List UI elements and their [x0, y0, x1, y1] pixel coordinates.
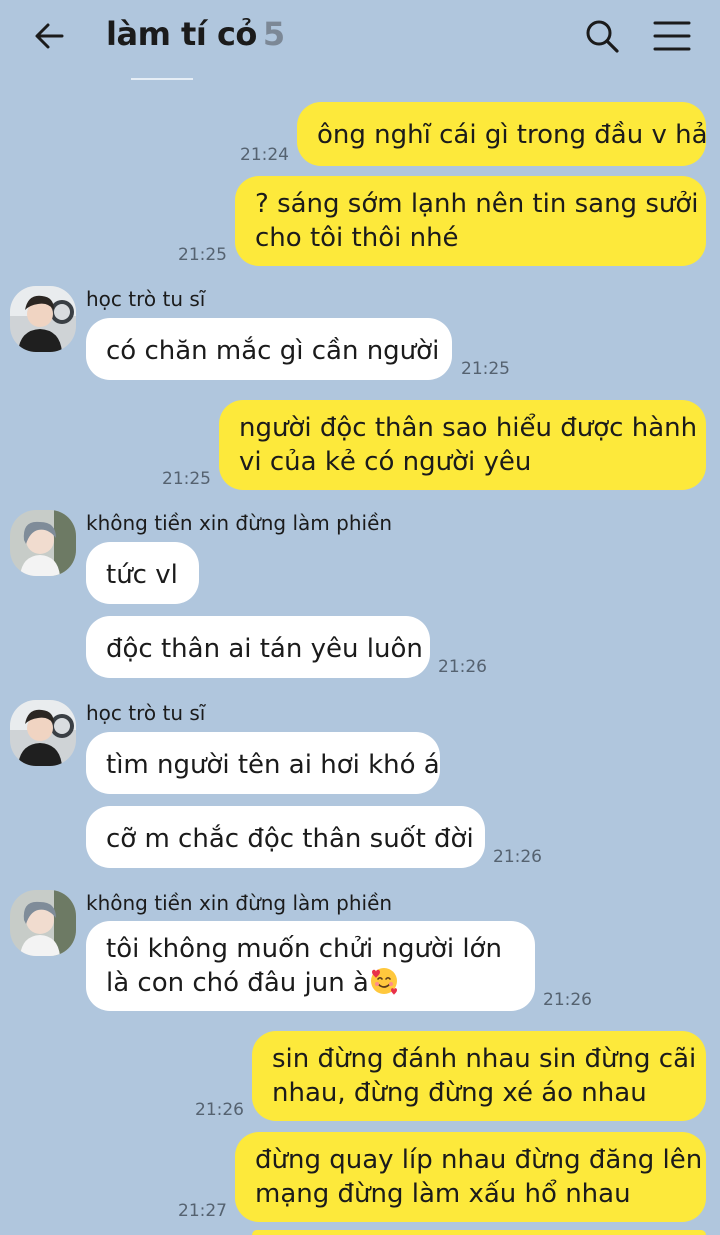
avatar-image	[10, 286, 76, 352]
their-message-bubble[interactable]: cỡ m chắc độc thân suốt đời	[86, 806, 485, 868]
message-time: 21:26	[195, 1100, 244, 1120]
sender-name: không tiền xin đừng làm phiền	[86, 511, 393, 535]
avatar-hoc-tro-tu-si[interactable]	[10, 700, 76, 766]
message-time: 21:26	[543, 990, 592, 1010]
chat-name: làm tí cỏ	[106, 15, 257, 53]
message-line: cho tôi thôi nhé	[255, 223, 459, 253]
message-line: đừng quay líp nhau đừng đăng lên	[255, 1145, 703, 1175]
their-message-bubble[interactable]: tức vl	[86, 542, 199, 604]
avatar-image	[10, 700, 76, 766]
avatar-image	[10, 890, 76, 956]
sender-name: không tiền xin đừng làm phiền	[86, 891, 393, 915]
message-line: ông nghĩ cái gì trong đầu v hả	[317, 120, 708, 150]
my-message-bubble[interactable]: ông nghĩ cái gì trong đầu v hả	[297, 102, 708, 166]
chat-title[interactable]: làm tí cỏ 5	[106, 15, 285, 53]
avatar-image	[10, 510, 76, 576]
message-line: tìm người tên ai hơi khó á	[106, 750, 440, 780]
their-message-bubble[interactable]: độc thân ai tán yêu luôn	[86, 616, 430, 678]
sender-name: học trò tu sĩ	[86, 701, 206, 725]
my-message-bubble[interactable]: ? sáng sớm lạnh nên tin sang sưởi cho tô…	[235, 176, 706, 266]
sender-name: học trò tu sĩ	[86, 287, 206, 311]
message-time: 21:25	[178, 245, 227, 265]
message-time: 21:24	[240, 145, 289, 165]
message-line: cỡ m chắc độc thân suốt đời	[106, 824, 474, 854]
message-line: người độc thân sao hiểu được hành	[239, 413, 698, 443]
message-line: tức vl	[106, 560, 178, 590]
avatar-khong-tien[interactable]	[10, 890, 76, 956]
message-line: mạng đừng làm xấu hổ nhau	[255, 1179, 631, 1209]
search-button[interactable]	[580, 14, 624, 58]
message-time: 21:27	[178, 1201, 227, 1221]
back-arrow-icon	[35, 23, 64, 49]
chat-header: làm tí cỏ 5	[0, 0, 720, 78]
message-time: 21:25	[461, 359, 510, 379]
message-time: 21:26	[438, 657, 487, 677]
avatar-hoc-tro-tu-si[interactable]	[10, 286, 76, 352]
message-line: ? sáng sớm lạnh nên tin sang sưởi	[255, 189, 699, 219]
smiling-face-with-hearts-icon	[370, 968, 397, 995]
menu-button[interactable]	[650, 14, 694, 58]
my-message-bubble[interactable]: đừng quay líp nhau đừng đăng lên mạng đừ…	[235, 1132, 706, 1222]
message-line: nhau, đừng đừng xé áo nhau	[272, 1078, 647, 1108]
message-time: 21:25	[162, 469, 211, 489]
message-line: là con chó đâu jun à	[106, 966, 515, 1000]
back-button[interactable]	[28, 14, 74, 60]
message-line: có chăn mắc gì cần người	[106, 336, 440, 366]
avatar-khong-tien[interactable]	[10, 510, 76, 576]
member-count: 5	[262, 15, 285, 53]
their-message-bubble[interactable]: tôi không muốn chửi người lớn là con chó…	[86, 921, 535, 1011]
message-line: độc thân ai tán yêu luôn	[106, 634, 423, 664]
message-line: vi của kẻ có người yêu	[239, 447, 532, 477]
their-message-bubble[interactable]: có chăn mắc gì cần người	[86, 318, 452, 380]
my-message-bubble-partial[interactable]	[252, 1230, 706, 1235]
message-line: tôi không muốn chửi người lớn	[106, 934, 502, 964]
menu-icon	[653, 21, 691, 51]
message-line: sin đừng đánh nhau sin đừng cãi	[272, 1044, 697, 1074]
search-icon	[586, 20, 619, 53]
header-underline	[131, 78, 193, 80]
my-message-bubble[interactable]: người độc thân sao hiểu được hành vi của…	[219, 400, 706, 490]
message-time: 21:26	[493, 847, 542, 867]
their-message-bubble[interactable]: tìm người tên ai hơi khó á	[86, 732, 440, 794]
my-message-bubble[interactable]: sin đừng đánh nhau sin đừng cãi nhau, đừ…	[252, 1031, 706, 1121]
